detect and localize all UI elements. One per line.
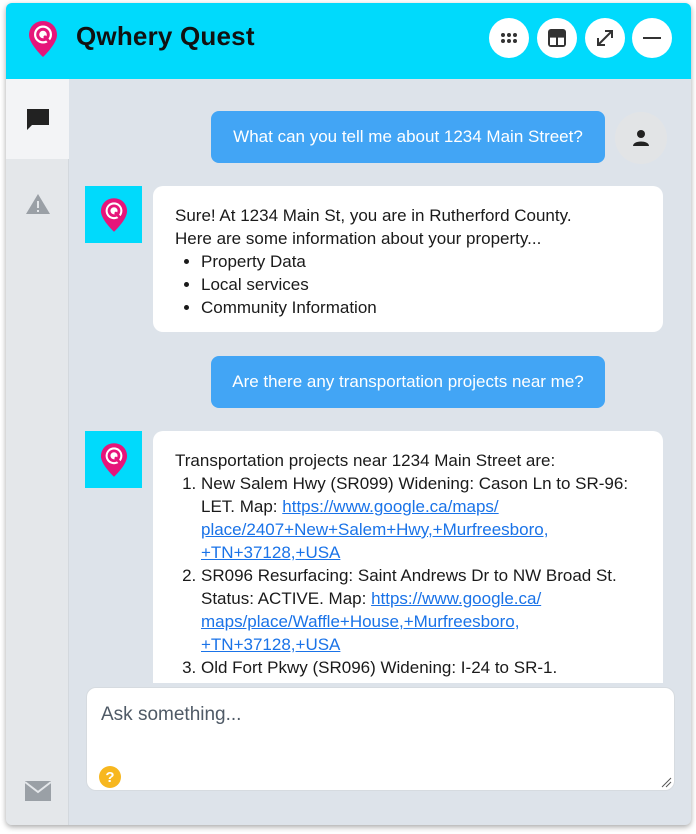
user-message-text: Are there any transportation projects ne… [232,372,584,391]
project-text: Old Fort Pkwy (SR096) Widening: I-24 to … [201,658,558,677]
bot-message-line: Here are some information about your pro… [175,229,542,248]
bot-message-line: Sure! At 1234 Main St, you are in Ruther… [175,206,572,225]
app-title: Qwhery Quest [76,21,255,51]
sidebar [6,79,69,825]
sidebar-item-mail[interactable] [6,751,69,825]
list-item: SR096 Resurfacing: Saint Andrews Dr to N… [201,564,641,656]
user-message: Are there any transportation projects ne… [211,356,605,408]
user-avatar [615,112,667,164]
help-icon[interactable]: ? [99,766,121,788]
list-item: Community Information [201,296,641,319]
mail-icon [23,781,52,801]
list-item: New Salem Hwy (SR099) Widening: Cason Ln… [201,472,641,564]
bot-message: Sure! At 1234 Main St, you are in Ruther… [153,186,663,332]
bot-avatar [85,186,142,243]
bot-avatar [85,431,142,488]
bot-message-line: Transportation projects near 1234 Main S… [175,451,556,470]
expand-arrows-icon [597,30,613,46]
person-icon [633,130,649,146]
minus-icon [643,37,661,39]
apps-grid-button[interactable] [489,18,529,58]
user-message-text: What can you tell me about 1234 Main Str… [233,127,583,146]
chat-bubble-icon [26,109,49,130]
chat-window: Qwhery Quest What can you tell me about … [6,3,691,825]
sidebar-item-alerts[interactable] [6,164,69,244]
list-item: Old Fort Pkwy (SR096) Widening: I-24 to … [201,656,641,679]
resize-handle-icon[interactable] [660,776,672,788]
warning-icon [25,194,50,214]
grid-dots-icon [501,33,517,43]
user-message: What can you tell me about 1234 Main Str… [211,111,605,163]
message-input-box: ? [86,687,675,791]
bot-bullet-list: Property Data Local services Community I… [201,250,641,319]
sidebar-item-chat[interactable] [6,79,69,159]
message-input[interactable] [87,688,674,790]
transport-project-list: New Salem Hwy (SR099) Widening: Cason Ln… [201,472,641,679]
layout-button[interactable] [537,18,577,58]
qwhery-logo-icon [100,197,127,232]
qwhery-logo-icon [29,21,57,57]
list-item: Property Data [201,250,641,273]
layout-icon [548,29,566,47]
list-item: Local services [201,273,641,296]
minimize-button[interactable] [632,18,672,58]
bot-message: Transportation projects near 1234 Main S… [153,431,663,683]
qwhery-logo-icon [100,442,127,477]
header-bar: Qwhery Quest [6,3,691,79]
expand-button[interactable] [585,18,625,58]
